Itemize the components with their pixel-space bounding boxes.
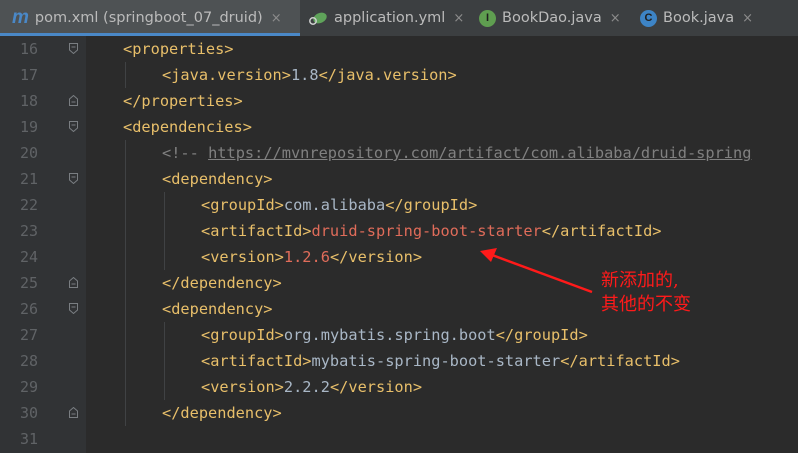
annotation-line-1: 新添加的, (601, 270, 679, 291)
annotation-line-2: 其他的不变 (601, 294, 691, 315)
annotation-text: 新添加的, 其他的不变 (601, 269, 691, 317)
annotation-arrow (480, 248, 593, 294)
